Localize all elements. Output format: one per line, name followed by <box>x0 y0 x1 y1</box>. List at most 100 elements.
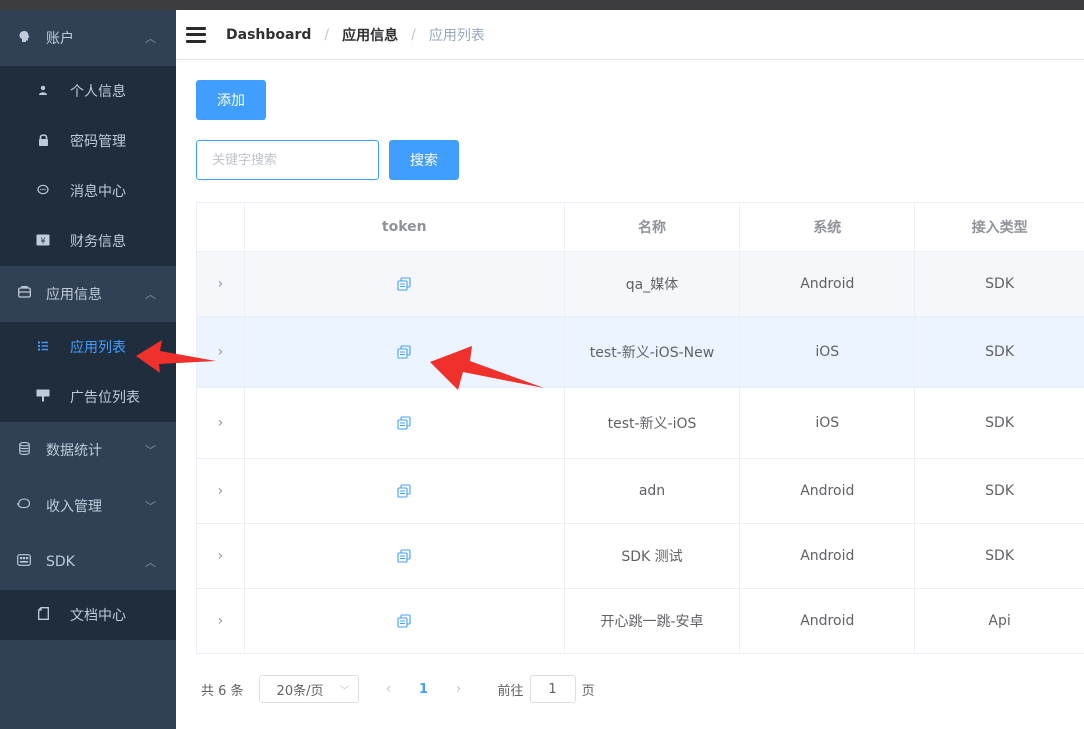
column-header-name: 名称 <box>565 203 741 251</box>
add-button[interactable]: 添加 <box>196 80 266 120</box>
sidebar-item-password[interactable]: 密码管理 <box>0 116 176 166</box>
chevron-right-icon[interactable]: › <box>218 483 224 499</box>
system-cell: Android <box>740 459 916 523</box>
menu-group-label: 收入管理 <box>46 499 102 515</box>
chat-icon <box>36 184 50 199</box>
name-cell: test-新义-iOS <box>565 388 741 458</box>
expand-cell: › <box>197 252 245 316</box>
sidebar-item-finance[interactable]: ¥ 财务信息 <box>0 216 176 266</box>
table-row[interactable]: › adn Android SDK <box>197 459 1084 524</box>
chevron-right-icon[interactable]: › <box>218 415 224 431</box>
copy-icon[interactable] <box>397 614 411 628</box>
sidebar-item-messages[interactable]: 消息中心 <box>0 166 176 216</box>
menu-group-statistics[interactable]: 数据统计 ﹀ <box>0 422 176 478</box>
name-cell: SDK 测试 <box>565 524 741 588</box>
goto-page-input[interactable] <box>529 675 576 703</box>
breadcrumb-item-app-info[interactable]: 应用信息 <box>342 25 398 45</box>
token-cell <box>245 589 565 653</box>
search-input[interactable] <box>196 140 379 180</box>
sidebar-item-label: 个人信息 <box>70 84 126 100</box>
breadcrumb-separator: / <box>324 26 330 43</box>
type-cell: SDK <box>985 344 1015 360</box>
sidebar-item-profile[interactable]: 个人信息 <box>0 66 176 116</box>
goto-suffix: 页 <box>581 683 595 699</box>
list-icon <box>36 340 50 354</box>
chevron-up-icon: ︿ <box>145 556 156 569</box>
table-row[interactable]: › SDK 测试 Android SDK <box>197 524 1084 589</box>
menu-group-label: 应用信息 <box>46 287 102 303</box>
copy-icon[interactable] <box>397 416 411 430</box>
type-cell: SDK <box>985 483 1015 499</box>
window-top-strip <box>0 0 1084 10</box>
sidebar-item-app-list[interactable]: 应用列表 <box>0 322 176 372</box>
lock-icon <box>36 133 50 149</box>
page-number-current[interactable]: 1 <box>409 682 439 697</box>
expand-cell: › <box>197 459 245 523</box>
page-size-value: 20条/页 <box>276 683 324 699</box>
sidebar-item-ad-slot-list[interactable]: 广告位列表 <box>0 372 176 422</box>
prev-page-icon[interactable]: ‹ <box>374 681 404 697</box>
svg-text:¥: ¥ <box>40 236 45 245</box>
table-row[interactable]: › test-新义-iOS-New iOS SDK <box>197 317 1084 388</box>
sidebar-item-label: 广告位列表 <box>70 390 140 406</box>
breadcrumb-separator: / <box>411 26 416 43</box>
token-cell <box>245 524 565 588</box>
breadcrumb-item-current: 应用列表 <box>428 27 485 44</box>
copy-icon[interactable] <box>397 549 411 563</box>
database-icon <box>16 441 32 459</box>
token-cell <box>245 388 565 458</box>
name-cell: test-新义-iOS-New <box>565 317 741 387</box>
yen-wallet-icon: ¥ <box>36 234 50 249</box>
breadcrumb-item-dashboard[interactable]: Dashboard <box>226 27 311 43</box>
system-cell: iOS <box>740 388 916 458</box>
system-cell: Android <box>740 524 916 588</box>
system-cell: Android <box>740 252 916 316</box>
name-cell: qa_媒体 <box>565 252 741 316</box>
table-header: token 名称 系统 接入类型 <box>197 203 1084 252</box>
table-row[interactable]: › 开心跳一跳-安卓 Android Api <box>197 589 1084 654</box>
pagination-total: 共 6 条 <box>201 683 244 699</box>
chevron-up-icon: ︿ <box>145 288 156 301</box>
app-icon <box>16 286 32 302</box>
chevron-down-icon: ﹀ <box>145 500 156 513</box>
menu-group-sdk[interactable]: SDK ︿ <box>0 534 176 590</box>
chevron-right-icon[interactable]: › <box>218 276 224 292</box>
table-row[interactable]: › qa_媒体 Android SDK <box>197 252 1084 317</box>
next-page-icon[interactable]: › <box>444 681 474 697</box>
sidebar: 账户 ︿ 个人信息 密码管理 消息中心 ¥ 财务信息 应用信息 ︿ 应用列表 广… <box>0 10 176 729</box>
search-button[interactable]: 搜索 <box>389 140 459 180</box>
expand-cell: › <box>197 524 245 588</box>
chevron-down-icon: ﹀ <box>339 685 350 697</box>
chevron-right-icon[interactable]: › <box>218 344 224 360</box>
app-table: token 名称 系统 接入类型 › qa_媒体 Android SDK › test-新… <box>196 202 1084 654</box>
token-cell <box>245 252 565 316</box>
sidebar-item-label: 文档中心 <box>70 608 126 624</box>
document-icon <box>36 607 50 623</box>
copy-icon[interactable] <box>397 277 411 291</box>
menu-group-revenue[interactable]: 收入管理 ﹀ <box>0 478 176 534</box>
brain-icon <box>16 30 32 47</box>
column-header-token: token <box>245 203 565 251</box>
breadcrumb: Dashboard / 应用信息 / 应用列表 <box>226 25 485 45</box>
menu-group-label: 数据统计 <box>46 443 102 459</box>
menu-group-account[interactable]: 账户 ︿ <box>0 10 176 66</box>
copy-icon[interactable] <box>397 345 411 359</box>
name-cell: 开心跳一跳-安卓 <box>565 589 741 653</box>
menu-group-app-info[interactable]: 应用信息 ︿ <box>0 266 176 322</box>
chevron-right-icon[interactable]: › <box>218 613 224 629</box>
page-size-select[interactable]: 20条/页 ﹀ <box>258 675 359 703</box>
sidebar-item-docs[interactable]: 文档中心 <box>0 590 176 640</box>
goto-prefix: 前往 <box>497 683 524 699</box>
sidebar-item-label: 财务信息 <box>70 234 126 250</box>
sidebar-item-label: 消息中心 <box>70 184 126 200</box>
copy-icon[interactable] <box>397 484 411 498</box>
chevron-right-icon[interactable]: › <box>218 548 224 564</box>
column-header-type: 接入类型 <box>971 220 1028 236</box>
menu-group-label: SDK <box>46 554 75 570</box>
top-navbar: Dashboard / 应用信息 / 应用列表 <box>176 10 1084 60</box>
hamburger-menu-icon[interactable] <box>186 26 206 43</box>
billboard-icon <box>36 389 50 405</box>
table-body: › qa_媒体 Android SDK › test-新义-iOS-New iOS SDK › t… <box>197 252 1084 654</box>
expand-cell: › <box>197 317 245 387</box>
table-row[interactable]: › test-新义-iOS iOS SDK <box>197 388 1084 459</box>
